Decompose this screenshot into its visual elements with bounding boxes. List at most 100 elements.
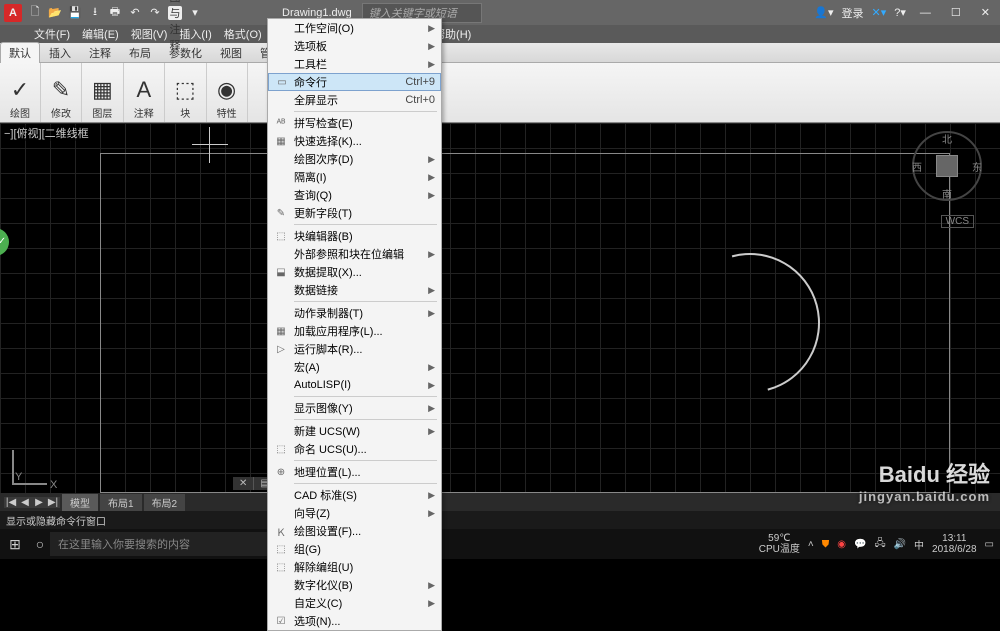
menu-item[interactable]: ▦加载应用程序(L)... <box>268 322 441 340</box>
qat-dropdown-icon[interactable]: ▾ <box>188 6 202 20</box>
menu-item[interactable]: ⬚命名 UCS(U)... <box>268 440 441 458</box>
menu-item[interactable]: ⬓数据提取(X)... <box>268 263 441 281</box>
tray-volume-icon[interactable]: 🔊 <box>894 539 906 550</box>
menu-item[interactable]: 宏(A)▶ <box>268 358 441 376</box>
menu-item[interactable]: 编辑(E) <box>78 26 123 42</box>
compass-east[interactable]: 东 <box>972 159 982 174</box>
menu-item[interactable]: 绘图次序(D)▶ <box>268 150 441 168</box>
menu-item[interactable]: 全屏显示Ctrl+0 <box>268 91 441 109</box>
menu-item[interactable]: ⬚解除编组(U) <box>268 558 441 576</box>
start-button[interactable]: ⊞ <box>0 529 30 559</box>
tray-weather[interactable]: 59℃CPU温度 <box>759 533 800 555</box>
ribbon-panel[interactable]: ✓绘图 <box>0 63 41 122</box>
menu-item[interactable]: 向导(Z)▶ <box>268 504 441 522</box>
layout-nav-button[interactable]: |◀ <box>4 497 18 508</box>
menu-item[interactable]: 显示图像(Y)▶ <box>268 399 441 417</box>
close-icon[interactable]: ✕ <box>975 6 996 19</box>
ribbon-panel[interactable]: ✎修改 <box>41 63 82 122</box>
menu-item[interactable]: CAD 标准(S)▶ <box>268 486 441 504</box>
menu-item[interactable]: 查询(Q)▶ <box>268 186 441 204</box>
menu-item[interactable]: 数字化仪(B)▶ <box>268 576 441 594</box>
menu-item-label: 命名 UCS(U)... <box>294 441 367 457</box>
cortana-icon[interactable]: ○ <box>30 536 50 552</box>
menu-item[interactable]: 新建 UCS(W)▶ <box>268 422 441 440</box>
ribbon-tab[interactable]: 注释 <box>80 42 120 64</box>
view-cube[interactable]: 北 南 西 东 <box>912 131 982 201</box>
saveas-icon[interactable]: ⭳ <box>88 6 102 20</box>
menu-item[interactable]: ⊕地理位置(L)... <box>268 463 441 481</box>
new-icon[interactable]: 🗋 <box>28 6 42 20</box>
menu-item[interactable]: 外部参照和块在位编辑▶ <box>268 245 441 263</box>
menu-item[interactable]: ▷运行脚本(R)... <box>268 340 441 358</box>
tray-up-icon[interactable]: ˄ <box>808 539 814 550</box>
save-icon[interactable]: 💾 <box>68 6 82 20</box>
help-icon[interactable]: ?▾ <box>894 6 906 19</box>
menu-item[interactable]: ᴬᴮ拼写检查(E) <box>268 114 441 132</box>
layout-nav-button[interactable]: ▶ <box>32 497 46 508</box>
compass-west[interactable]: 西 <box>912 159 922 174</box>
tray-ime-icon[interactable]: 中 <box>914 537 924 552</box>
compass-south[interactable]: 南 <box>942 186 952 201</box>
menu-item[interactable]: ⬚组(G) <box>268 540 441 558</box>
viewcube-top-icon[interactable] <box>936 155 958 177</box>
menu-item[interactable]: AutoLISP(I)▶ <box>268 376 441 394</box>
menu-item[interactable]: 插入(I) <box>175 26 215 42</box>
layout-tab[interactable]: 模型 <box>62 494 98 511</box>
menu-item[interactable]: ▦快速选择(K)... <box>268 132 441 150</box>
tray-notif-icon[interactable]: 💬 <box>854 539 866 550</box>
tray-clock[interactable]: 13:112018/6/28 <box>932 533 977 555</box>
layout-nav-button[interactable]: ◀ <box>18 497 32 508</box>
quick-access-toolbar: 🗋 📂 💾 ⭳ 🖶 ↶ ↷ 草图与注释 ▾ <box>28 6 202 20</box>
menu-item[interactable]: 数据链接▶ <box>268 281 441 299</box>
ribbon-tab[interactable]: 布局 <box>120 42 160 64</box>
drawing-area[interactable]: −][俯视][二维线框 Y X ✓ 北 南 西 东 WCS ✕▤▦ <box>0 123 1000 493</box>
tray-action-center-icon[interactable]: ▭ <box>985 539 994 550</box>
open-icon[interactable]: 📂 <box>48 6 62 20</box>
print-icon[interactable]: 🖶 <box>108 6 122 20</box>
menu-item[interactable]: 选项板▶ <box>268 37 441 55</box>
layout-tab[interactable]: 布局1 <box>100 494 142 511</box>
ribbon-panel[interactable]: ⬚块 <box>165 63 207 122</box>
menu-item[interactable]: ☑选项(N)... <box>268 612 441 630</box>
menu-item[interactable]: 隔离(I)▶ <box>268 168 441 186</box>
layout-tab[interactable]: 布局2 <box>144 494 186 511</box>
menu-item[interactable]: 工作空间(O)▶ <box>268 19 441 37</box>
windows-taskbar: ⊞ ○ 在这里输入你要搜索的内容 A 59℃CPU温度 ˄ ⛊ ◉ 💬 🖧 🔊 … <box>0 529 1000 559</box>
ribbon-panel[interactable]: ▦图层 <box>82 63 124 122</box>
menu-item[interactable]: 工具栏▶ <box>268 55 441 73</box>
tray-photo-icon[interactable]: ◉ <box>837 539 846 550</box>
menu-item[interactable]: ✎更新字段(T) <box>268 204 441 222</box>
submenu-arrow-icon: ▶ <box>428 403 435 414</box>
menu-separator <box>294 460 437 461</box>
redo-icon[interactable]: ↷ <box>148 6 162 20</box>
ribbon-panel[interactable]: A注释 <box>124 63 165 122</box>
layout-nav-button[interactable]: ▶| <box>46 497 60 508</box>
ribbon-tab[interactable]: 默认 <box>0 42 40 63</box>
status-icon[interactable]: ✕ <box>233 477 254 490</box>
tray-network-icon[interactable]: 🖧 <box>874 536 885 553</box>
workspace-dropdown[interactable]: 草图与注释 <box>168 6 182 20</box>
user-icon[interactable]: 👤▾ <box>814 6 833 19</box>
viewport-label[interactable]: −][俯视][二维线框 <box>2 125 91 141</box>
ribbon-panel[interactable]: ◉特性 <box>207 63 248 122</box>
app-logo-icon[interactable]: A <box>4 4 22 22</box>
login-link[interactable]: 登录 <box>842 5 864 21</box>
menu-item[interactable]: ⬚块编辑器(B) <box>268 227 441 245</box>
menu-item[interactable]: 动作录制器(T)▶ <box>268 304 441 322</box>
menu-item[interactable]: Ｋ绘图设置(F)... <box>268 522 441 540</box>
menu-item[interactable]: 视图(V) <box>127 26 172 42</box>
menu-item[interactable]: ▭命令行Ctrl+9 <box>268 73 441 91</box>
tray-shield-icon[interactable]: ⛊ <box>822 539 830 550</box>
compass-north[interactable]: 北 <box>942 131 952 146</box>
menu-item[interactable]: 自定义(C)▶ <box>268 594 441 612</box>
ribbon-tab[interactable]: 插入 <box>40 42 80 64</box>
undo-icon[interactable]: ↶ <box>128 6 142 20</box>
minimize-icon[interactable]: — <box>914 7 937 19</box>
exchange-icon[interactable]: ✕▾ <box>872 6 887 19</box>
menu-item[interactable]: 格式(O) <box>220 26 266 42</box>
ribbon-tab[interactable]: 参数化 <box>160 42 211 64</box>
menu-item[interactable]: 文件(F) <box>30 26 74 42</box>
wcs-label[interactable]: WCS <box>941 215 974 228</box>
maximize-icon[interactable]: ☐ <box>945 6 967 19</box>
ribbon-tab[interactable]: 视图 <box>211 42 251 64</box>
